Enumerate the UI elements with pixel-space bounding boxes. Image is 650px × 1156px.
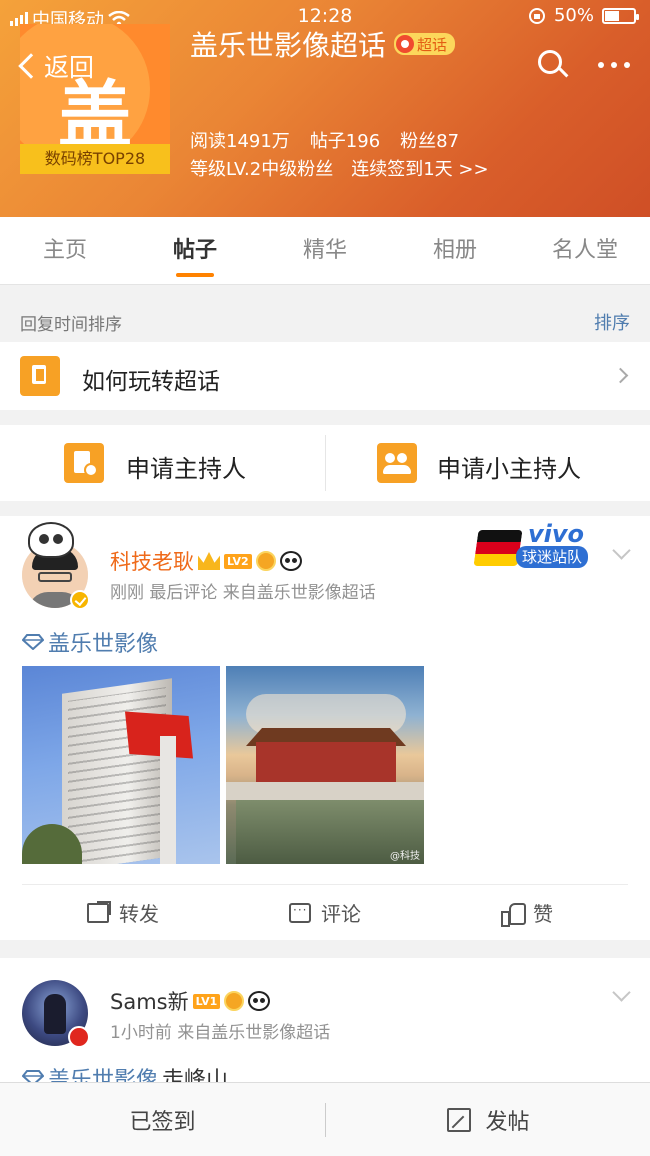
post-meta: 刚刚 最后评论 来自盖乐世影像超话 <box>110 583 376 603</box>
fans-count: 粉丝87 <box>400 131 460 152</box>
crown-icon <box>198 552 220 570</box>
compose-icon <box>447 1108 472 1132</box>
post-username-row: Sams新 LV1 <box>110 986 271 1016</box>
back-button[interactable]: 返回 <box>16 48 94 84</box>
post-image-forbidden-city[interactable]: @科技 <box>226 666 424 864</box>
post-username[interactable]: 科技老耿 <box>110 546 194 576</box>
apply-host-bar: 申请主持人 申请小主持人 <box>0 425 650 501</box>
germany-flag-icon <box>473 530 523 566</box>
people-icon <box>396 35 415 53</box>
sort-mode-label: 回复时间排序 <box>20 315 122 335</box>
posts-count: 帖子196 <box>309 131 381 152</box>
tab-bar: 主页 帖子 精华 相册 名人堂 <box>0 217 650 285</box>
avatar[interactable] <box>22 980 90 1048</box>
like-label: 赞 <box>533 902 553 926</box>
search-icon[interactable] <box>538 50 569 80</box>
post-image-building-flag[interactable] <box>22 666 220 864</box>
brand-label: vivo <box>528 520 585 548</box>
checked-in-label: 已签到 <box>129 1110 196 1135</box>
panda-icon <box>248 991 271 1011</box>
group-icon <box>377 443 417 483</box>
post-username-row: 科技老耿 LV2 <box>110 546 302 576</box>
topic-header: 中国移动 12:28 50% 盖 数码榜TOP28 返回 盖乐世影像超话 超话 … <box>0 0 650 217</box>
level-badge: LV2 <box>224 553 252 569</box>
post-username[interactable]: Sams新 <box>110 986 189 1016</box>
sort-button[interactable]: 排序 <box>594 309 630 335</box>
apply-host-label: 申请主持人 <box>126 455 246 483</box>
how-to-play-row[interactable]: 如何玩转超话 <box>0 342 650 410</box>
more-icon[interactable] <box>598 56 630 74</box>
chevron-down-icon[interactable] <box>612 983 631 1002</box>
sort-bar: 回复时间排序 排序 <box>0 300 650 340</box>
tab-posts[interactable]: 帖子 <box>130 217 260 284</box>
medal-icon <box>224 991 245 1011</box>
share-icon <box>87 900 111 923</box>
verified-badge-icon <box>70 590 90 610</box>
back-label: 返回 <box>44 53 95 82</box>
topic-title-text: 盖乐世影像超话 <box>190 29 387 62</box>
tab-featured[interactable]: 精华 <box>260 217 390 284</box>
battery-icon <box>602 7 639 24</box>
fan-level[interactable]: 等级LV.2中级粉丝 <box>190 155 333 181</box>
post-topic-link[interactable]: 盖乐世影像 <box>22 626 158 658</box>
level-badge: LV1 <box>192 993 221 1009</box>
reads-count: 阅读1491万 <box>190 131 290 152</box>
post-topic-label: 盖乐世影像 <box>48 632 159 657</box>
like-button[interactable]: 赞 <box>426 885 628 940</box>
chevron-left-icon <box>18 53 44 79</box>
diamond-icon <box>22 634 44 650</box>
page-title: 盖乐世影像超话 超话 <box>190 24 456 64</box>
comment-button[interactable]: 评论 <box>224 885 426 940</box>
compose-post-label: 发帖 <box>485 1110 530 1135</box>
hk-badge-icon <box>68 1026 90 1048</box>
medal-icon <box>255 551 276 571</box>
thumbs-up-icon <box>501 902 526 927</box>
panda-icon <box>279 551 302 571</box>
rank-badge: 数码榜TOP28 <box>20 144 170 174</box>
tab-hall-of-fame[interactable]: 名人堂 <box>520 217 650 284</box>
chaohua-badge-label: 超话 <box>417 35 448 54</box>
chevron-down-icon[interactable] <box>612 541 631 560</box>
guide-book-icon <box>20 356 60 396</box>
bottom-bar: 已签到 发帖 <box>0 1082 650 1156</box>
rotation-lock-icon <box>528 7 545 24</box>
panda-pendant-icon <box>28 522 74 558</box>
tab-album[interactable]: 相册 <box>390 217 520 284</box>
checked-in-button[interactable]: 已签到 <box>0 1083 325 1156</box>
share-label: 转发 <box>119 902 159 926</box>
checkin-streak[interactable]: 连续签到1天 >> <box>351 155 488 181</box>
host-application-icon <box>64 443 104 483</box>
brand-sub-label: 球迷站队 <box>516 546 589 568</box>
post-meta: 1小时前 来自盖乐世影像超话 <box>110 1023 331 1043</box>
avatar[interactable] <box>22 522 90 610</box>
tab-home[interactable]: 主页 <box>0 217 130 284</box>
how-to-play-label: 如何玩转超话 <box>82 369 220 395</box>
post-card: 科技老耿 LV2 刚刚 最后评论 来自盖乐世影像超话 vivo 球迷站队 盖乐世… <box>0 516 650 940</box>
battery-percent: 50% <box>553 5 594 26</box>
comment-label: 评论 <box>321 902 361 926</box>
compose-post-button[interactable]: 发帖 <box>326 1083 650 1156</box>
share-button[interactable]: 转发 <box>22 885 224 940</box>
topic-logo: 盖 数码榜TOP28 <box>20 24 170 174</box>
topic-stats: 阅读1491万 帖子196 粉丝87 <box>190 127 459 153</box>
apply-host-button[interactable]: 申请主持人 <box>0 425 325 501</box>
apply-sub-host-label: 申请小主持人 <box>437 455 581 483</box>
image-watermark: @科技 <box>390 851 420 862</box>
apply-sub-host-button[interactable]: 申请小主持人 <box>326 425 650 501</box>
comment-icon <box>289 902 311 923</box>
vivo-fan-badge[interactable]: vivo 球迷站队 <box>473 520 604 572</box>
post-actions: 转发 评论 赞 <box>22 884 628 940</box>
chaohua-badge: 超话 <box>394 33 456 55</box>
chevron-right-icon <box>612 367 629 384</box>
